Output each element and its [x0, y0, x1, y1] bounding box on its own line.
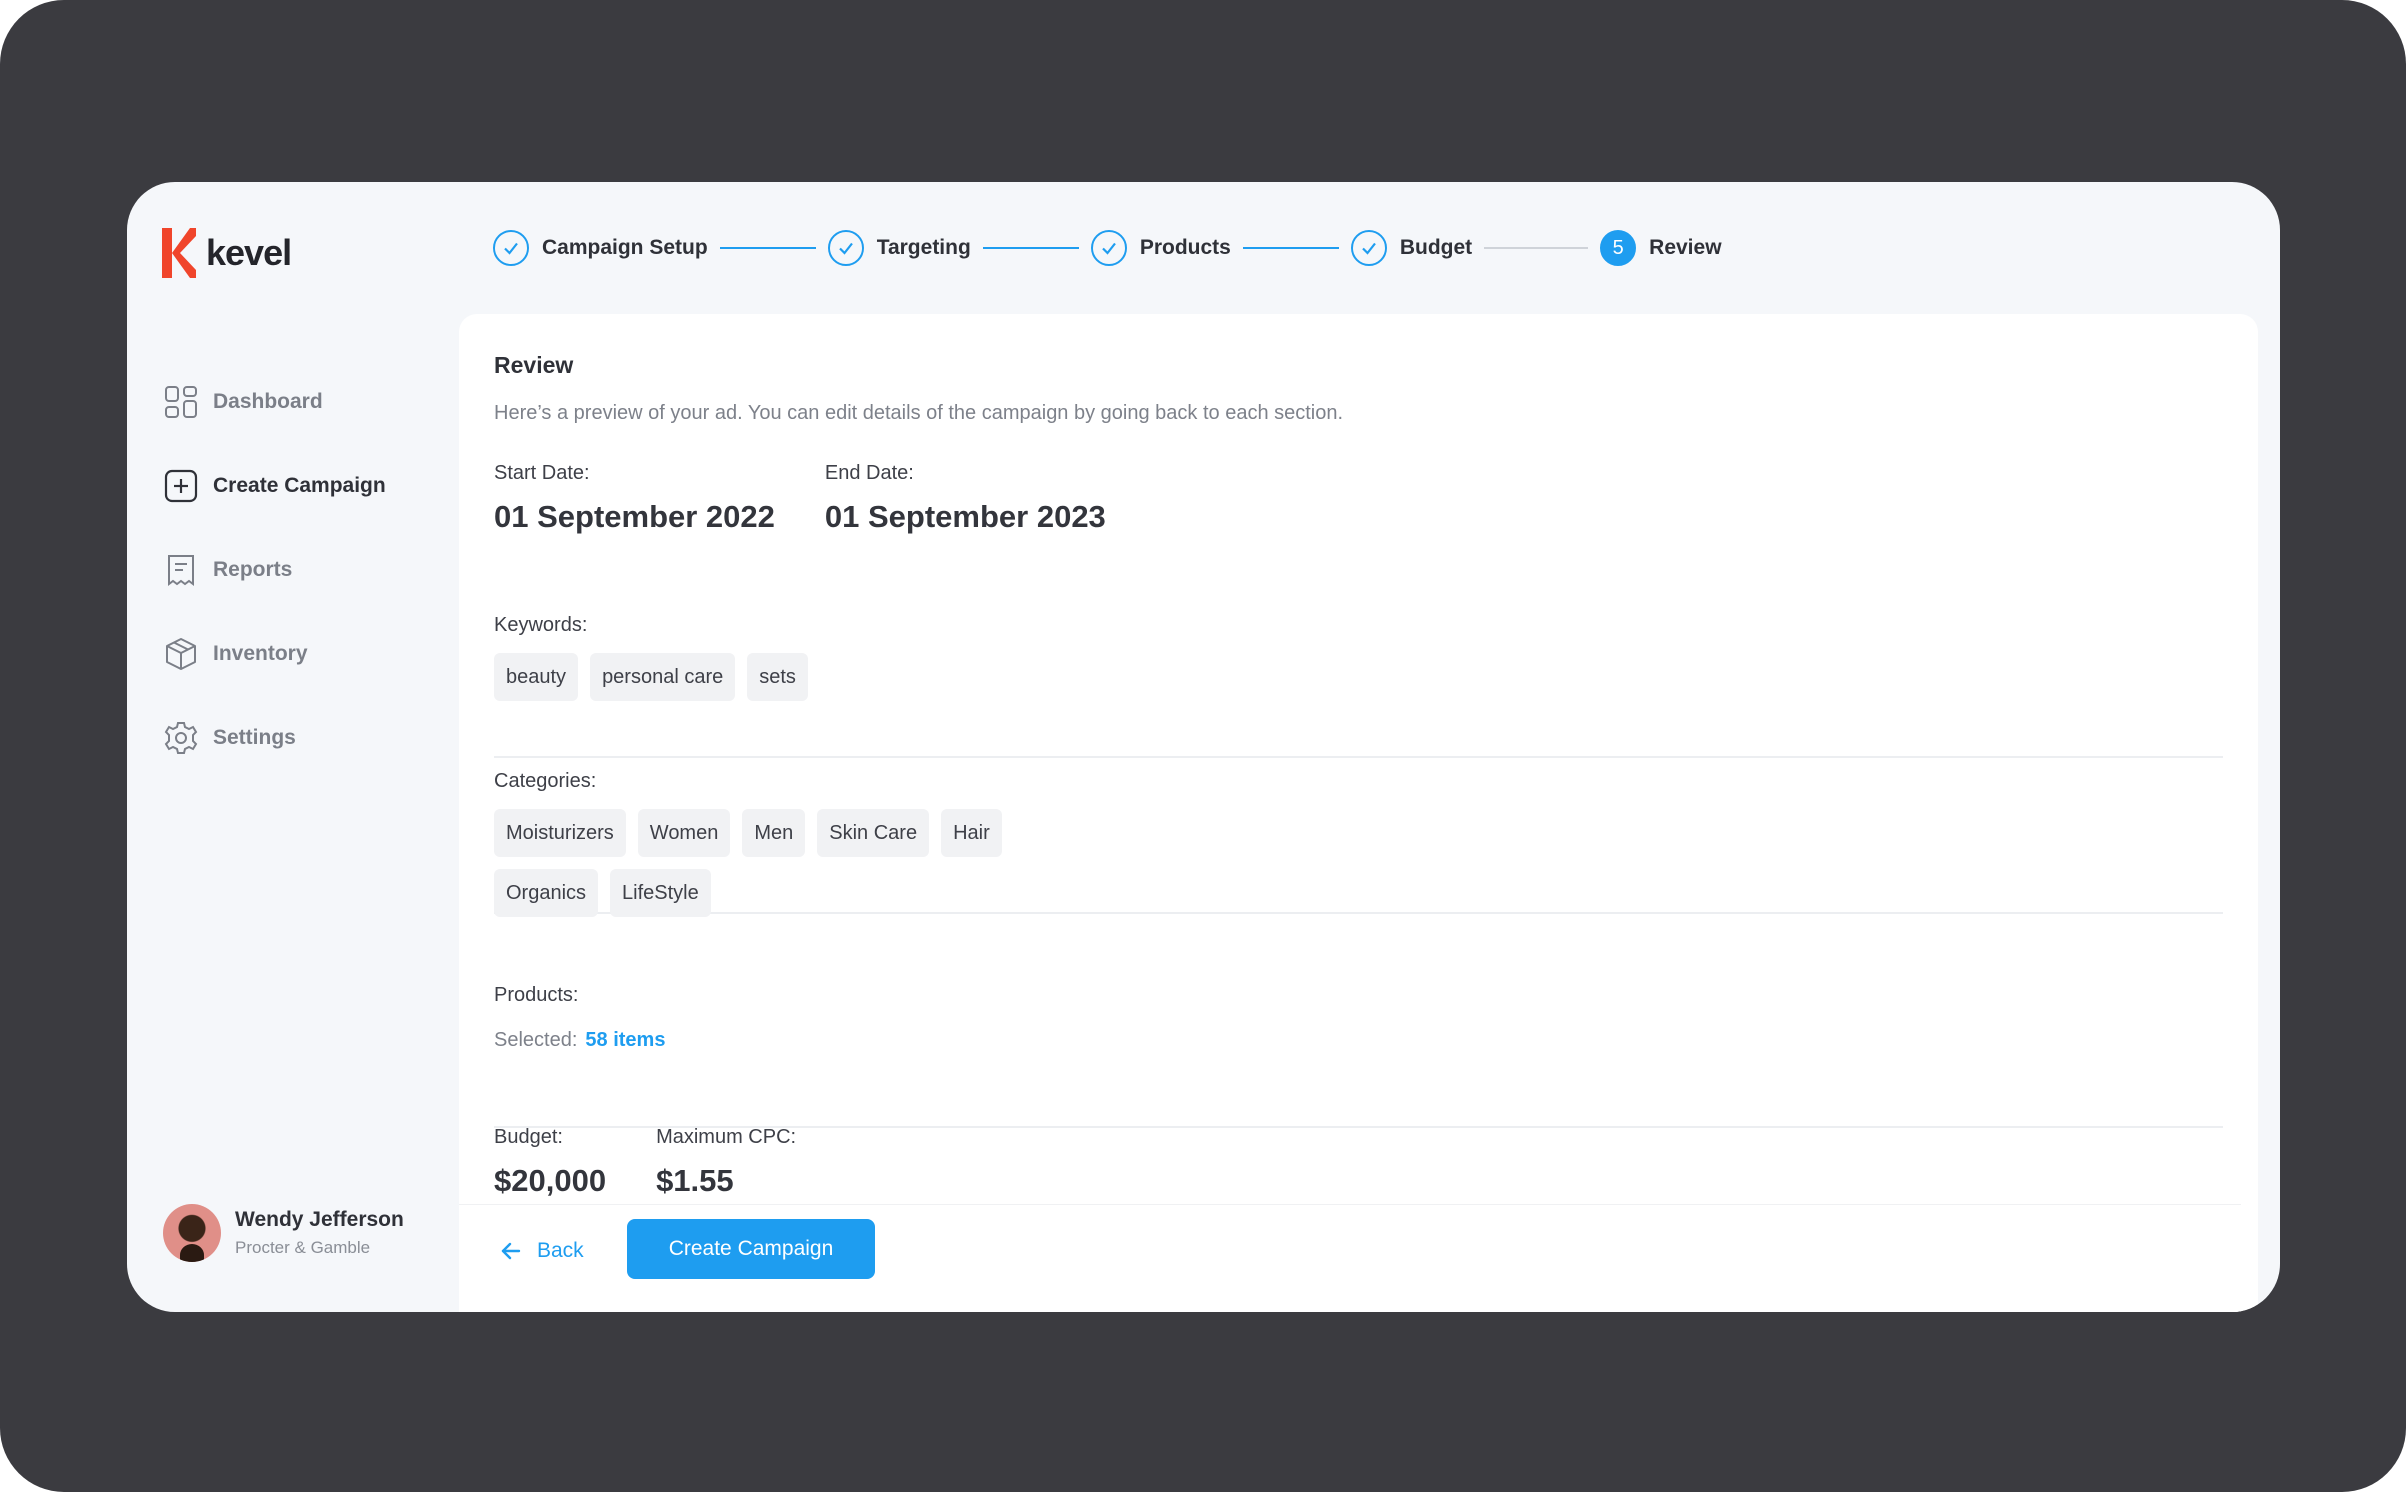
sidebar-item-label: Reports: [213, 558, 293, 581]
end-date-field: End Date: 01 September 2023: [825, 462, 1106, 535]
keywords-section: Keywords: beauty personal care sets: [494, 614, 808, 701]
step-targeting[interactable]: Targeting: [827, 230, 971, 266]
products-selected: Selected: 58 items: [494, 1029, 665, 1052]
step-label: Review: [1649, 236, 1722, 259]
check-icon: [1090, 230, 1127, 266]
step-campaign-setup[interactable]: Campaign Setup: [493, 230, 708, 266]
action-bar: Back Create Campaign: [459, 1204, 2241, 1312]
user-profile[interactable]: Wendy Jefferson Procter & Gamble: [163, 1204, 404, 1262]
dates-section: Start Date: 01 September 2022 End Date: …: [494, 462, 1106, 535]
sidebar-item-label: Create Campaign: [213, 474, 386, 497]
category-tag: Hair: [941, 809, 1002, 857]
category-tag: Men: [742, 809, 806, 857]
progress-stepper: Campaign Setup Targeting Products Budget…: [493, 228, 1722, 268]
kevel-logo-icon: [162, 228, 196, 278]
budget-row: Budget: $20,000 Maximum CPC: $1.55: [494, 1126, 796, 1199]
category-tag: LifeStyle: [610, 869, 711, 917]
check-icon: [827, 230, 864, 266]
category-tag: Skin Care: [817, 809, 930, 857]
sidebar-item-reports[interactable]: Reports: [163, 528, 453, 612]
sidebar-item-settings[interactable]: Settings: [163, 696, 453, 780]
category-tag: Women: [637, 809, 731, 857]
max-cpc-label: Maximum CPC:: [656, 1126, 797, 1148]
step-label: Products: [1139, 236, 1231, 259]
max-cpc-field: Maximum CPC: $1.55: [656, 1126, 796, 1199]
brand-logo[interactable]: kevel: [162, 228, 292, 278]
receipt-icon: [163, 552, 199, 588]
divider: [494, 756, 2223, 758]
box-icon: [163, 636, 199, 672]
start-date-label: Start Date:: [494, 462, 590, 484]
user-organization: Procter & Gamble: [235, 1238, 371, 1257]
keywords-label: Keywords:: [494, 614, 588, 636]
step-connector: [982, 247, 1079, 249]
app-window: kevel Dashboard Create Campaign Reports …: [127, 182, 2280, 1312]
selected-items-link[interactable]: 58 items: [585, 1029, 665, 1051]
sidebar-item-label: Inventory: [213, 642, 308, 665]
keyword-tag: beauty: [494, 653, 579, 701]
end-date-value: 01 September 2023: [824, 499, 1106, 534]
products-section: Products: Selected: 58 items: [494, 984, 665, 1052]
selected-label: Selected:: [494, 1029, 578, 1051]
sidebar-item-create-campaign[interactable]: Create Campaign: [163, 444, 453, 528]
gear-icon: [163, 720, 199, 756]
keyword-tags: beauty personal care sets: [494, 653, 808, 701]
category-tag: Organics: [494, 869, 599, 917]
back-button[interactable]: Back: [499, 1239, 584, 1263]
step-label: Targeting: [876, 236, 971, 259]
products-label: Products:: [494, 984, 579, 1006]
sidebar-item-label: Dashboard: [213, 390, 323, 413]
sidebar-item-inventory[interactable]: Inventory: [163, 612, 453, 696]
user-name: Wendy Jefferson: [235, 1208, 404, 1231]
step-label: Budget: [1399, 236, 1473, 259]
check-icon: [493, 230, 529, 266]
sidebar-item-label: Settings: [213, 726, 296, 749]
step-connector: [1242, 247, 1339, 249]
arrow-left-icon: [501, 1242, 521, 1260]
create-campaign-button[interactable]: Create Campaign: [627, 1219, 875, 1279]
categories-section: Categories: Moisturizers Women Men Skin …: [494, 770, 1094, 917]
step-number: 5: [1600, 230, 1637, 266]
sidebar-nav: Dashboard Create Campaign Reports Invent…: [163, 360, 453, 780]
category-tag: Moisturizers: [494, 809, 626, 857]
page-subtitle: Here’s a preview of your ad. You can edi…: [494, 402, 1344, 424]
step-products[interactable]: Products: [1090, 230, 1231, 266]
step-label: Campaign Setup: [542, 236, 708, 259]
step-connector: [1484, 247, 1589, 249]
check-icon: [1350, 230, 1387, 266]
step-review[interactable]: 5 Review: [1600, 230, 1722, 266]
device-frame: kevel Dashboard Create Campaign Reports …: [0, 0, 2406, 1492]
step-connector: [719, 247, 816, 249]
budget-label: Budget:: [494, 1126, 563, 1148]
brand-name: kevel: [206, 232, 292, 273]
budget-field: Budget: $20,000: [494, 1126, 606, 1199]
step-budget[interactable]: Budget: [1350, 230, 1473, 266]
keyword-tag: personal care: [590, 653, 736, 701]
category-tags: Moisturizers Women Men Skin Care Hair Or…: [494, 809, 1094, 917]
grid-icon: [163, 384, 199, 420]
sidebar-item-dashboard[interactable]: Dashboard: [163, 360, 453, 444]
start-date-field: Start Date: 01 September 2022: [494, 462, 775, 535]
start-date-value: 01 September 2022: [494, 499, 775, 534]
page-title: Review: [494, 352, 574, 378]
categories-label: Categories:: [494, 770, 597, 792]
back-button-label: Back: [537, 1239, 584, 1262]
end-date-label: End Date:: [824, 462, 914, 484]
plus-square-icon: [163, 468, 199, 504]
avatar: [163, 1204, 221, 1262]
keyword-tag: sets: [747, 653, 808, 701]
